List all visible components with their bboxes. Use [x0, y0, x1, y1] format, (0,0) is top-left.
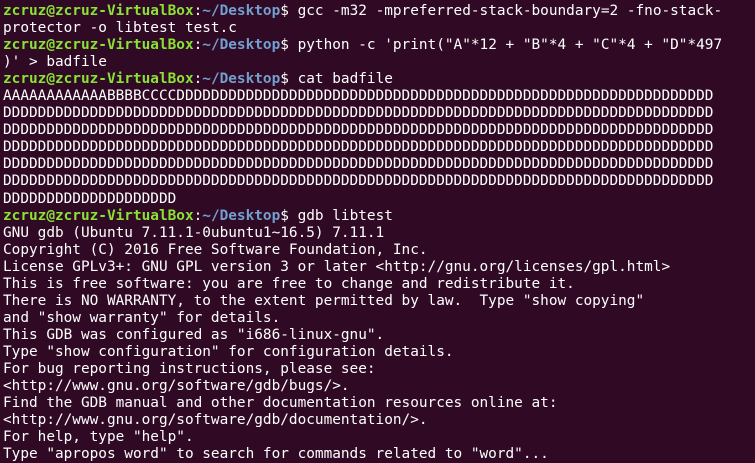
prompt-separator: :: [193, 37, 203, 54]
prompt-symbol: $: [280, 71, 298, 88]
output-line: DDDDDDDDDDDDDDDDDDDDDDDDDDDDDDDDDDDDDDDD…: [3, 156, 714, 173]
output-line: and "show warranty" for details.: [3, 309, 281, 326]
output-line: Type "apropos word" to search for comman…: [3, 446, 549, 463]
prompt-line: zcruz@zcruz-VirtualBox:~/Desktop$ gcc -m…: [3, 3, 755, 20]
output-line: For help, type "help".: [3, 429, 194, 446]
output-line: There is NO WARRANTY, to the extent perm…: [3, 292, 645, 309]
prompt-symbol: $: [280, 207, 298, 224]
output-line: For bug reporting instructions, please s…: [3, 360, 376, 377]
command-continuation-line: protector -o libtest test.c: [3, 20, 755, 37]
prompt-line: zcruz@zcruz-VirtualBox:~/Desktop$ gdb li…: [3, 208, 755, 225]
prompt-separator: :: [193, 3, 203, 19]
prompt-user-host: zcruz@zcruz-VirtualBox: [3, 71, 194, 88]
output-line: <http://www.gnu.org/software/gdb/documen…: [3, 412, 428, 429]
terminal-window[interactable]: zcruz@zcruz-VirtualBox:~/Desktop$ gcc -m…: [0, 0, 755, 463]
command-text: python -c 'print("A"*12 + "B"*4 + "C"*4 …: [297, 37, 723, 54]
output-line: DDDDDDDDDDDDDDDDDDDDDDDDDDDDDDDDDDDDDDDD…: [3, 139, 714, 156]
command-text: )' > badfile: [3, 54, 107, 71]
prompt-path: ~/Desktop: [202, 37, 281, 54]
command-text: protector -o libtest test.c: [3, 20, 237, 37]
output-line: DDDDDDDDDDDDDDDDDDDDDDDDDDDDDDDDDDDDDDDD…: [3, 105, 714, 122]
prompt-line: zcruz@zcruz-VirtualBox:~/Desktop$ cat ba…: [3, 71, 755, 88]
command-text: gdb libtest: [297, 207, 393, 224]
output-line: GNU gdb (Ubuntu 7.11.1-0ubuntu1~16.5) 7.…: [3, 224, 385, 241]
prompt-user-host: zcruz@zcruz-VirtualBox: [3, 37, 194, 54]
prompt-path: ~/Desktop: [202, 207, 281, 224]
output-line: DDDDDDDDDDDDDDDDDDDD: [3, 190, 177, 207]
prompt-symbol: $: [280, 37, 298, 54]
command-text: cat badfile: [297, 71, 393, 88]
output-line: <http://www.gnu.org/software/gdb/bugs/>.: [3, 378, 350, 395]
prompt-line: zcruz@zcruz-VirtualBox:~/Desktop$ python…: [3, 37, 755, 54]
command-continuation-line: )' > badfile: [3, 54, 755, 71]
prompt-symbol: $: [280, 3, 298, 19]
output-line: Find the GDB manual and other documentat…: [3, 395, 558, 412]
prompt-user-host: zcruz@zcruz-VirtualBox: [3, 207, 194, 224]
prompt-path: ~/Desktop: [202, 3, 281, 19]
command-text: gcc -m32 -mpreferred-stack-boundary=2 -f…: [297, 3, 723, 19]
prompt-user-host: zcruz@zcruz-VirtualBox: [3, 3, 194, 19]
output-line: DDDDDDDDDDDDDDDDDDDDDDDDDDDDDDDDDDDDDDDD…: [3, 173, 714, 190]
output-line: This is free software: you are free to c…: [3, 275, 575, 292]
prompt-path: ~/Desktop: [202, 71, 281, 88]
output-line: AAAAAAAAAAAABBBBCCCCDDDDDDDDDDDDDDDDDDDD…: [3, 88, 714, 105]
output-line: License GPLv3+: GNU GPL version 3 or lat…: [3, 258, 671, 275]
output-line: This GDB was configured as "i686-linux-g…: [3, 326, 385, 343]
output-line: DDDDDDDDDDDDDDDDDDDDDDDDDDDDDDDDDDDDDDDD…: [3, 122, 714, 139]
prompt-separator: :: [193, 207, 203, 224]
prompt-separator: :: [193, 71, 203, 88]
output-line: Copyright (C) 2016 Free Software Foundat…: [3, 241, 428, 258]
output-line: Type "show configuration" for configurat…: [3, 343, 454, 360]
